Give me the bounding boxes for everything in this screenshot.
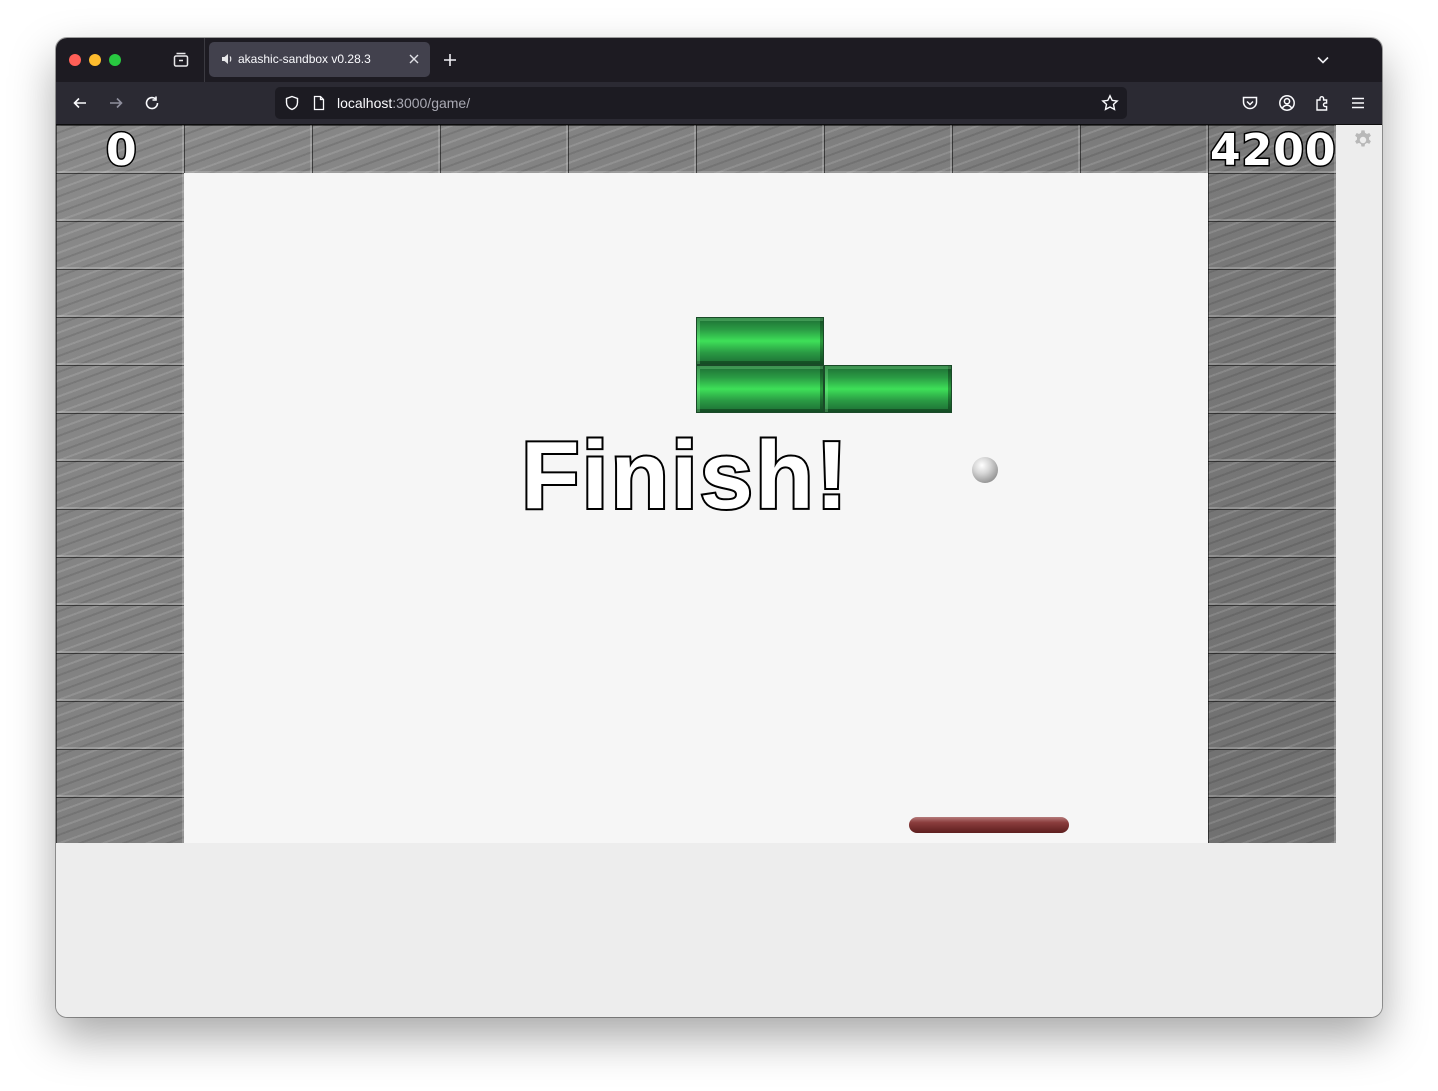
account-icon[interactable] [1278, 94, 1296, 112]
speaker-icon[interactable] [221, 52, 235, 66]
close-window-button[interactable] [69, 54, 81, 66]
minimize-window-button[interactable] [89, 54, 101, 66]
page-icon [312, 95, 326, 111]
browser-window: akashic-sandbox v0.28.3 localhost:3000/g… [56, 38, 1382, 1017]
shield-icon[interactable] [284, 95, 300, 111]
finish-message: Finish! [519, 422, 850, 529]
tab-overview-icon[interactable] [168, 48, 194, 72]
ball [972, 457, 998, 483]
url-path: :3000/game/ [392, 95, 471, 111]
star-icon[interactable] [1101, 94, 1119, 112]
tab-title: akashic-sandbox v0.28.3 [238, 52, 371, 66]
paddle[interactable] [909, 817, 1069, 833]
plus-icon[interactable] [442, 52, 458, 68]
green-brick [824, 365, 952, 413]
arrow-right-icon[interactable] [108, 95, 124, 111]
url-text[interactable]: localhost:3000/game/ [337, 95, 470, 111]
gear-icon[interactable] [1352, 129, 1374, 151]
hamburger-icon[interactable] [1349, 94, 1367, 112]
tab-akashic-sandbox[interactable]: akashic-sandbox v0.28.3 [209, 42, 430, 77]
tab-strip: akashic-sandbox v0.28.3 [56, 38, 1382, 82]
url-host: localhost [337, 95, 393, 111]
score-left: 0 [105, 125, 139, 176]
arrow-left-icon[interactable] [72, 95, 88, 111]
playfield: Finish! [184, 173, 1208, 843]
pocket-icon[interactable] [1241, 94, 1259, 112]
maximize-window-button[interactable] [109, 54, 121, 66]
address-bar[interactable]: localhost:3000/game/ [275, 87, 1127, 119]
score-right: 4200 [1208, 125, 1336, 176]
green-brick [696, 317, 824, 365]
puzzle-icon[interactable] [1314, 94, 1332, 112]
green-brick [696, 365, 824, 413]
navigation-toolbar: localhost:3000/game/ [56, 82, 1382, 125]
tab-strip-separator [204, 38, 205, 82]
game-canvas[interactable]: Finish! 0 4200 [56, 125, 1336, 843]
page-content: Finish! 0 4200 [56, 125, 1382, 1017]
reload-icon[interactable] [144, 95, 160, 111]
chevron-down-icon[interactable] [1316, 53, 1330, 67]
close-icon[interactable] [407, 52, 421, 66]
